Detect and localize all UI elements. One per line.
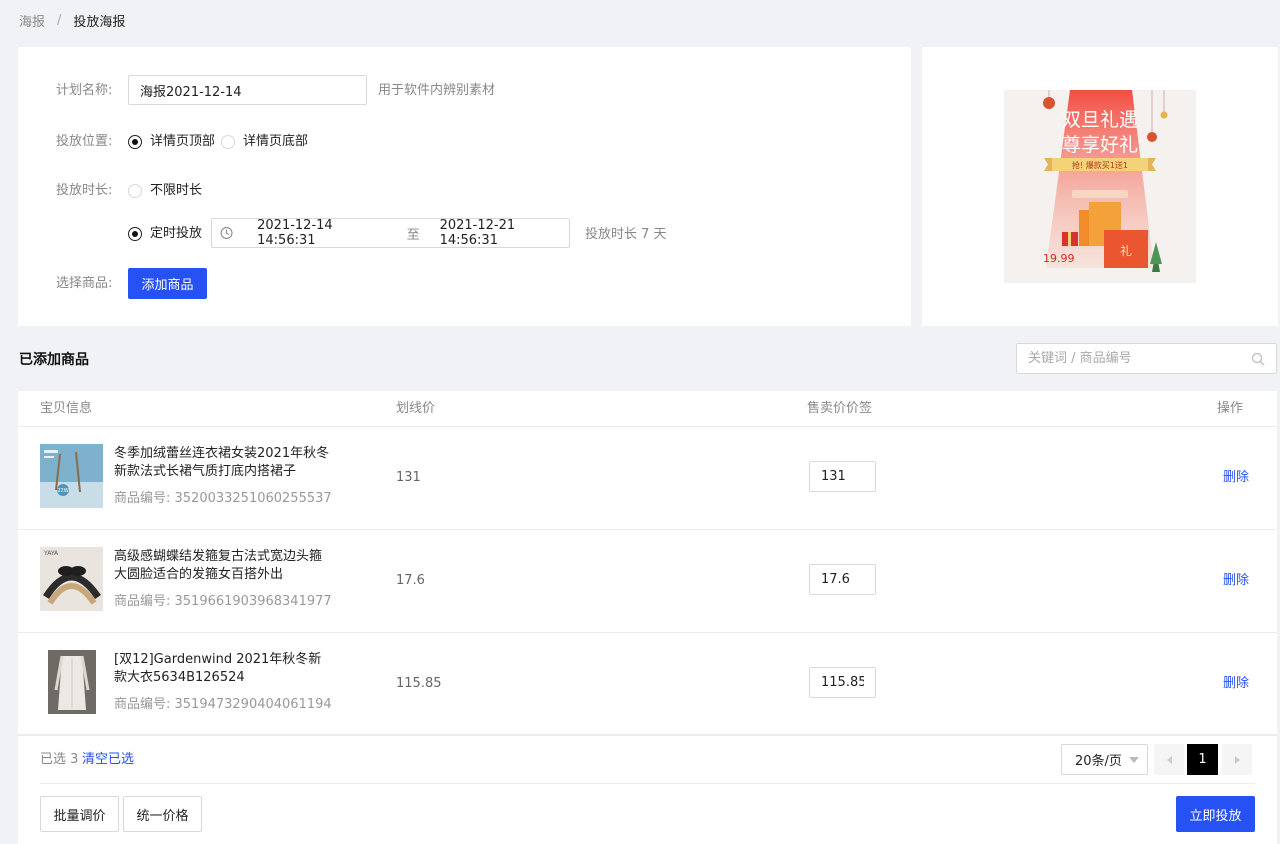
radio-label: 详情页底部 (243, 134, 309, 149)
range-start[interactable]: 2021-12-14 14:56:31 (257, 218, 386, 248)
breadcrumb: 海报 / 投放海报 (19, 11, 126, 30)
goods-search-input[interactable] (1028, 351, 1251, 366)
product-thumbnail: 22W (40, 444, 103, 508)
radio-dot-checked (128, 227, 142, 241)
radio-duration-unlimited[interactable]: 不限时长 (128, 181, 202, 201)
next-page-button[interactable] (1222, 744, 1252, 775)
poster-preview-image: 双旦礼遇 尊享好礼 抢! 爆款买1送1 礼 19.99 (1004, 90, 1196, 283)
sale-price-input[interactable] (809, 461, 876, 492)
poster-price: 19.99 (1043, 252, 1075, 265)
page-number-current[interactable]: 1 (1187, 744, 1218, 775)
divider (18, 734, 1277, 735)
radio-dot (221, 135, 235, 149)
date-range-picker[interactable]: 2021-12-14 14:56:31 至 2021-12-21 14:56:3… (211, 218, 570, 248)
goods-label: 选择商品: (56, 276, 113, 291)
chevron-right-icon (1234, 755, 1240, 764)
poster-illustration: 双旦礼遇 尊享好礼 抢! 爆款买1送1 礼 19.99 (1004, 90, 1196, 283)
product-sku: 商品编号: 3520033251060255537 (114, 491, 332, 506)
product-sku: 商品编号: 3519661903968341977 (114, 594, 332, 609)
radio-position-bottom[interactable]: 详情页底部 (221, 132, 308, 152)
chevron-down-icon (1129, 757, 1139, 763)
breadcrumb-parent[interactable]: 海报 (19, 11, 45, 30)
clock-icon (220, 227, 233, 239)
page-size-select[interactable]: 20条/页 (1061, 744, 1148, 775)
divider (40, 783, 1255, 784)
radio-position-top[interactable]: 详情页顶部 (128, 132, 215, 152)
poster-title-1: 双旦礼遇 (1062, 109, 1138, 131)
plan-name-hint: 用于软件内辨别素材 (378, 83, 496, 98)
poster-ribbon: 抢! 爆款买1送1 (1072, 160, 1128, 170)
product-thumbnail: YAYA (40, 547, 103, 611)
product-title: 冬季加绒蕾丝连衣裙女装2021年秋冬新款法式长裙气质打底内搭裙子 (114, 446, 330, 479)
position-label: 投放位置: (56, 134, 113, 149)
delete-link[interactable]: 删除 (1223, 675, 1249, 693)
thumb-brand: YAYA (43, 550, 59, 557)
chevron-left-icon (1166, 755, 1172, 764)
column-header: 划线价 (396, 401, 436, 416)
batch-price-button[interactable]: 批量调价 (40, 796, 119, 832)
original-price: 17.6 (396, 573, 425, 588)
table-row: [双12]Gardenwind 2021年秋冬新款大衣5634B126524 商… (18, 633, 1277, 736)
radio-dot (128, 184, 142, 198)
column-header: 操作 (1217, 401, 1244, 416)
column-header: 售卖价价签 (807, 401, 873, 416)
goods-search-box[interactable] (1016, 343, 1277, 374)
radio-label: 定时投放 (150, 226, 203, 241)
sale-price-input[interactable] (809, 564, 876, 595)
plan-name-input[interactable]: 海报2021-12-14 (128, 75, 367, 105)
added-goods-title: 已添加商品 (19, 352, 89, 368)
product-thumbnail (40, 650, 103, 714)
column-header: 宝贝信息 (40, 401, 93, 416)
original-price: 115.85 (396, 676, 442, 691)
plan-form-card: 计划名称: 海报2021-12-14 用于软件内辨别素材 投放位置: 详情页顶部… (18, 47, 911, 326)
goods-table: 宝贝信息 划线价 售卖价价签 操作 22W 冬季加绒蕾丝连衣裙女装2021年秋冬… (18, 391, 1277, 844)
breadcrumb-current: 投放海报 (73, 14, 126, 30)
sale-price-input[interactable] (809, 667, 876, 698)
add-goods-button[interactable]: 添加商品 (128, 268, 207, 299)
duration-hint: 投放时长 7 天 (585, 227, 667, 242)
radio-duration-scheduled[interactable]: 定时投放 (128, 224, 202, 244)
poster-gift-label: 礼 (1120, 243, 1132, 258)
range-end[interactable]: 2021-12-21 14:56:31 (440, 218, 569, 248)
product-title: [双12]Gardenwind 2021年秋冬新款大衣5634B126524 (114, 652, 322, 685)
page-size-value: 20条/页 (1075, 754, 1122, 769)
poster-title-2: 尊享好礼 (1062, 134, 1138, 156)
launch-button[interactable]: 立即投放 (1176, 796, 1255, 832)
radio-label: 不限时长 (150, 183, 203, 198)
clear-selection-link[interactable]: 清空已选 (82, 751, 134, 769)
prev-page-button[interactable] (1154, 744, 1184, 775)
table-row: YAYA 高级感蝴蝶结发箍复古法式宽边头箍大圆脸适合的发箍女百搭外出 商品编号:… (18, 530, 1277, 633)
plan-name-label: 计划名称: (56, 83, 113, 98)
duration-label: 投放时长: (56, 183, 113, 198)
poster-preview-card: 双旦礼遇 尊享好礼 抢! 爆款买1送1 礼 19.99 (922, 47, 1278, 326)
delete-link[interactable]: 删除 (1223, 469, 1249, 487)
radio-dot-checked (128, 135, 142, 149)
table-header: 宝贝信息 划线价 售卖价价签 操作 (18, 391, 1277, 427)
radio-label: 详情页顶部 (150, 134, 216, 149)
product-title: 高级感蝴蝶结发箍复古法式宽边头箍大圆脸适合的发箍女百搭外出 (114, 549, 323, 582)
delete-link[interactable]: 删除 (1223, 572, 1249, 590)
search-icon[interactable] (1251, 352, 1265, 366)
thumb-badge: 22W (57, 488, 68, 494)
original-price: 131 (396, 470, 421, 485)
unify-price-button[interactable]: 统一价格 (123, 796, 202, 832)
product-sku: 商品编号: 3519473290404061194 (114, 697, 332, 712)
table-row: 22W 冬季加绒蕾丝连衣裙女装2021年秋冬新款法式长裙气质打底内搭裙子 商品编… (18, 427, 1277, 530)
breadcrumb-separator: / (57, 12, 62, 28)
range-separator: 至 (406, 227, 420, 243)
selected-count: 已选 3 (40, 752, 79, 767)
